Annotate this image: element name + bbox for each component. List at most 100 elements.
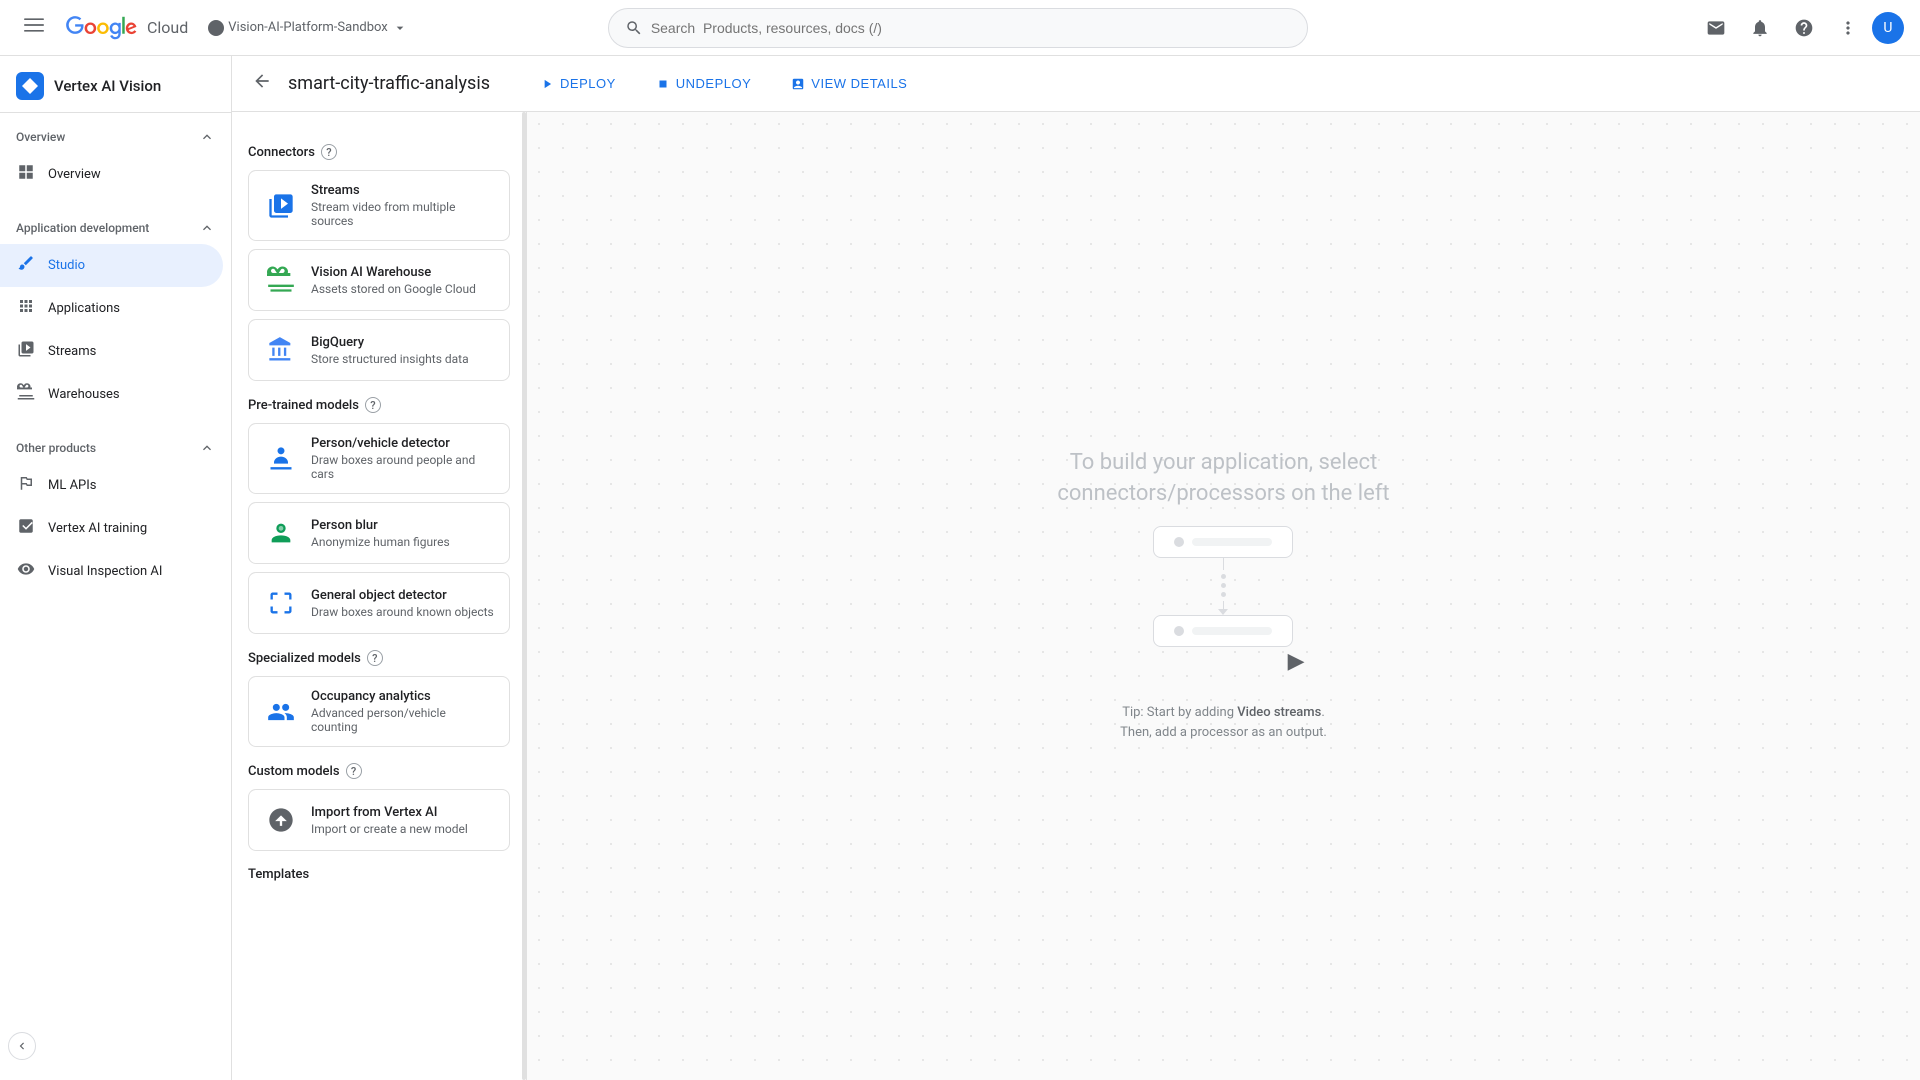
sidebar-section-appdev-header[interactable]: Application development [0,212,231,244]
email-icon-btn[interactable] [1696,8,1736,48]
menu-icon[interactable] [16,7,52,48]
connector-card-bigquery[interactable]: BigQuery Store structured insights data [248,319,510,381]
streams-icon [16,340,36,363]
deploy-button[interactable]: DEPLOY [526,70,630,97]
occupancy-card-desc: Advanced person/vehicle counting [311,706,495,734]
node-dot-bottom [1174,626,1184,636]
general-object-card-text: General object detector Draw boxes aroun… [311,588,494,619]
notifications-icon-btn[interactable] [1740,8,1780,48]
streams-card-title: Streams [311,183,495,198]
sidebar-item-ml-apis[interactable]: ML APIs [0,464,223,507]
topbar-project-selector[interactable]: Vision-AI-Platform-Sandbox [208,20,407,36]
person-vehicle-card-icon [263,441,299,477]
person-vehicle-card-text: Person/vehicle detector Draw boxes aroun… [311,436,495,481]
custom-section: Custom models ? Import from Vertex AI Im… [248,763,510,851]
canvas-tip-text1: Tip: Start by adding [1122,705,1237,720]
ml-apis-icon [16,474,36,497]
sidebar-item-warehouses[interactable]: Warehouses [0,373,223,416]
pretrained-title: Pre-trained models ? [248,397,510,413]
sidebar-section-overview-header[interactable]: Overview [0,121,231,153]
connectors-help-icon[interactable]: ? [321,144,337,160]
bigquery-card-text: BigQuery Store structured insights data [311,335,469,366]
sidebar-item-applications[interactable]: Applications [0,287,223,330]
search-input[interactable] [651,20,1291,36]
warehouse-card-title: Vision AI Warehouse [311,265,476,280]
pretrained-label: Pre-trained models [248,398,359,413]
pretrained-section: Pre-trained models ? Person/vehicle dete… [248,397,510,634]
connector-card-warehouse[interactable]: Vision AI Warehouse Assets stored on Goo… [248,249,510,311]
canvas-placeholder: To build your application, selectconnect… [1057,448,1389,744]
specialized-title: Specialized models ? [248,650,510,666]
project-name: Vision-AI-Platform-Sandbox [228,20,387,35]
connector-card-occupancy[interactable]: Occupancy analytics Advanced person/vehi… [248,676,510,747]
more-options-btn[interactable] [1828,8,1868,48]
search-bar[interactable] [608,8,1308,48]
sidebar-item-studio-label: Studio [48,258,85,273]
canvas-tip-text2: Then, add a processor as an output. [1120,725,1327,740]
specialized-help-icon[interactable]: ? [367,650,383,666]
templates-section: Templates [248,867,510,882]
connector-card-general-object[interactable]: General object detector Draw boxes aroun… [248,572,510,634]
sidebar-item-visual-inspection-label: Visual Inspection AI [48,564,162,579]
main-content: Connectors ? Streams Stream video from m… [232,112,1920,1080]
connector-card-person-blur[interactable]: Person blur Anonymize human figures [248,502,510,564]
person-blur-card-text: Person blur Anonymize human figures [311,518,450,549]
chevron-up-icon-2 [199,220,215,236]
sidebar-section-other: Other products ML APIs Vertex AI trainin… [0,424,231,601]
connector-card-import[interactable]: Import from Vertex AI Import or create a… [248,789,510,851]
sidebar-item-streams-label: Streams [48,344,96,359]
sidebar-collapse-button[interactable] [8,1032,36,1060]
deploy-label: DEPLOY [560,76,616,91]
topbar-cloud-text: Cloud [147,18,188,37]
warehouse-card-text: Vision AI Warehouse Assets stored on Goo… [311,265,476,296]
vertex-logo-icon [16,72,44,100]
warehouse-card-desc: Assets stored on Google Cloud [311,282,476,296]
sidebar-item-vertex-training[interactable]: Vertex AI training [0,507,223,550]
bigquery-card-desc: Store structured insights data [311,352,469,366]
streams-card-text: Streams Stream video from multiple sourc… [311,183,495,228]
vertex-training-icon [16,517,36,540]
scrollbar[interactable] [522,112,526,1080]
view-details-label: VIEW DETAILS [811,76,907,91]
sidebar-section-other-header[interactable]: Other products [0,432,231,464]
sidebar-item-overview[interactable]: Overview [0,153,223,196]
pretrained-help-icon[interactable]: ? [365,397,381,413]
undeploy-label: UNDEPLOY [676,76,752,91]
connectors-section: Connectors ? Streams Stream video from m… [248,144,510,381]
section-appdev-label: Application development [16,221,149,235]
sidebar-item-visual-inspection[interactable]: Visual Inspection AI [0,550,223,593]
visual-inspection-icon [16,560,36,583]
general-object-card-icon [263,585,299,621]
undeploy-button[interactable]: UNDEPLOY [642,70,766,97]
help-icon-btn[interactable] [1784,8,1824,48]
sidebar-item-studio[interactable]: Studio [0,244,223,287]
section-overview-label: Overview [16,130,65,144]
specialized-label: Specialized models [248,651,361,666]
occupancy-card-icon [263,694,299,730]
sidebar-section-appdev: Application development Studio Applicati… [0,204,231,424]
node-dot-top [1174,537,1184,547]
canvas-placeholder-text: To build your application, selectconnect… [1057,448,1389,510]
sidebar-item-vertex-training-label: Vertex AI training [48,521,147,536]
streams-card-icon [263,188,299,224]
occupancy-card-text: Occupancy analytics Advanced person/vehi… [311,689,495,734]
canvas-area: To build your application, selectconnect… [527,112,1920,1080]
connectors-title: Connectors ? [248,144,510,160]
sidebar: Vertex AI Vision Overview Overview Appli… [0,56,232,1080]
cursor-icon: ▶ [1288,649,1305,674]
custom-help-icon[interactable]: ? [346,763,362,779]
topbar: Cloud Vision-AI-Platform-Sandbox U [0,0,1920,56]
person-blur-card-title: Person blur [311,518,450,533]
warehouse-card-icon [263,262,299,298]
user-avatar[interactable]: U [1872,12,1904,44]
connector-card-streams[interactable]: Streams Stream video from multiple sourc… [248,170,510,241]
view-details-button[interactable]: VIEW DETAILS [777,70,921,97]
connector-card-person-vehicle[interactable]: Person/vehicle detector Draw boxes aroun… [248,423,510,494]
applications-icon [16,297,36,320]
general-object-card-desc: Draw boxes around known objects [311,605,494,619]
studio-icon [16,254,36,277]
sidebar-item-streams[interactable]: Streams [0,330,223,373]
back-button[interactable] [252,71,272,96]
sidebar-item-overview-label: Overview [48,167,101,182]
general-object-card-title: General object detector [311,588,494,603]
